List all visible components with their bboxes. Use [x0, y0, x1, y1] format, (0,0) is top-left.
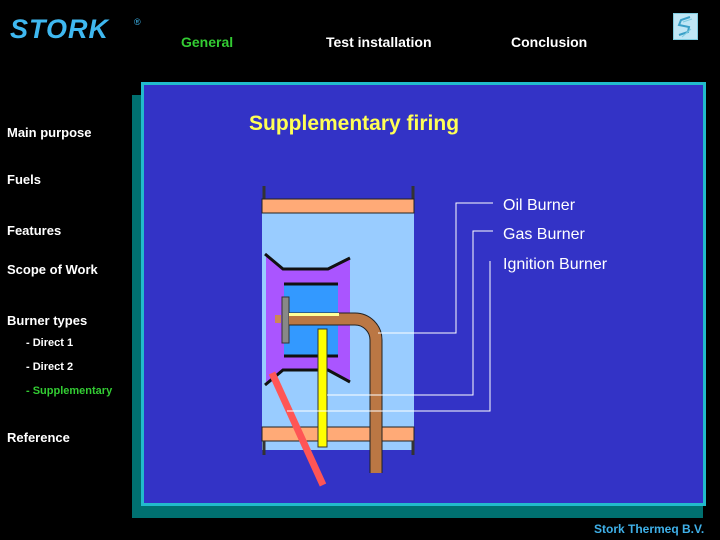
burner-diagram: [261, 186, 493, 487]
callout-gas-burner: Gas Burner: [503, 226, 585, 243]
duct-flange-top: [262, 186, 415, 200]
callout-oil-burner: Oil Burner: [503, 197, 576, 214]
callout-ignition-burner: Ignition Burner: [503, 256, 608, 273]
ignition-rod: [317, 328, 328, 448]
burner-plate: [281, 296, 290, 344]
footer-company: Stork Thermeq B.V.: [594, 522, 705, 536]
duct-band-top: [261, 198, 415, 214]
duct-band-bottom: [261, 426, 415, 442]
